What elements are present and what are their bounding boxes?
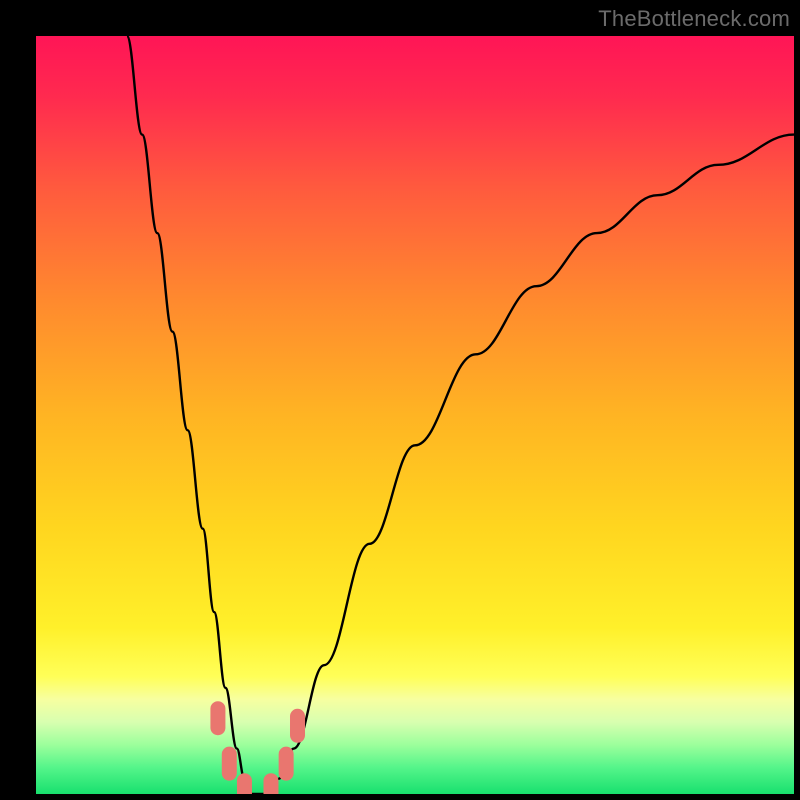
threshold-marker (263, 773, 278, 794)
curve-layer (36, 36, 794, 794)
bottleneck-curve (127, 36, 794, 794)
watermark-text: TheBottleneck.com (598, 6, 790, 32)
threshold-markers (210, 701, 305, 794)
threshold-marker (210, 701, 225, 735)
plot-area (36, 36, 794, 794)
threshold-marker (290, 709, 305, 743)
threshold-marker (222, 747, 237, 781)
chart-frame: TheBottleneck.com (0, 0, 800, 800)
threshold-marker (237, 773, 252, 794)
threshold-marker (279, 747, 294, 781)
